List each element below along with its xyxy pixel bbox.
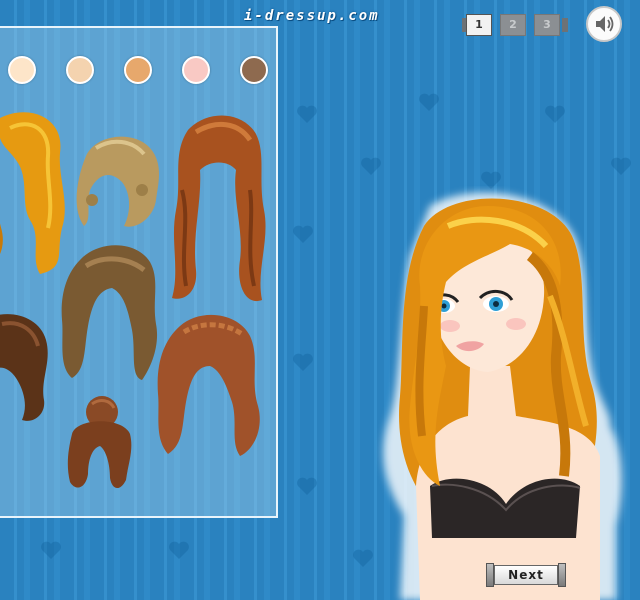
heart-icon <box>41 541 61 559</box>
hair-option-brown-long-bangs[interactable] <box>56 240 164 384</box>
page-selector-cap-right <box>562 18 568 32</box>
skin-swatch-5[interactable] <box>240 56 268 84</box>
model-character <box>383 192 622 600</box>
hair-option-blonde-curly-short[interactable] <box>72 130 164 234</box>
heart-icon <box>419 93 439 111</box>
hair-option-auburn-long-wavy[interactable] <box>166 110 270 306</box>
skin-swatch-3[interactable] <box>124 56 152 84</box>
page-button-1[interactable]: 1 <box>466 14 492 36</box>
heart-icon <box>297 477 317 495</box>
heart-icon <box>169 541 189 559</box>
skin-swatch-1[interactable] <box>8 56 36 84</box>
heart-icon <box>293 225 313 243</box>
sound-toggle-button[interactable] <box>586 6 622 42</box>
speaker-icon <box>596 16 614 32</box>
heart-icon <box>297 105 317 123</box>
page-button-3[interactable]: 3 <box>534 14 560 36</box>
next-button-cap-left <box>486 563 494 587</box>
next-button-label: Next <box>494 565 558 585</box>
skin-swatch-4[interactable] <box>182 56 210 84</box>
heart-icon <box>293 353 313 371</box>
heart-icon <box>611 157 631 175</box>
page-button-2[interactable]: 2 <box>500 14 526 36</box>
hair-option-dark-brown-wavy[interactable] <box>0 310 54 426</box>
skin-swatch-2[interactable] <box>66 56 94 84</box>
next-button[interactable]: Next <box>486 563 566 587</box>
next-button-cap-right <box>558 563 566 587</box>
hair-option-brown-updo-bun[interactable] <box>62 394 138 494</box>
heart-icon <box>545 105 565 123</box>
site-logo[interactable]: i-dressup.com <box>244 8 380 24</box>
heart-icon <box>361 157 381 175</box>
hair-option-red-braided-wavy[interactable] <box>150 310 266 460</box>
